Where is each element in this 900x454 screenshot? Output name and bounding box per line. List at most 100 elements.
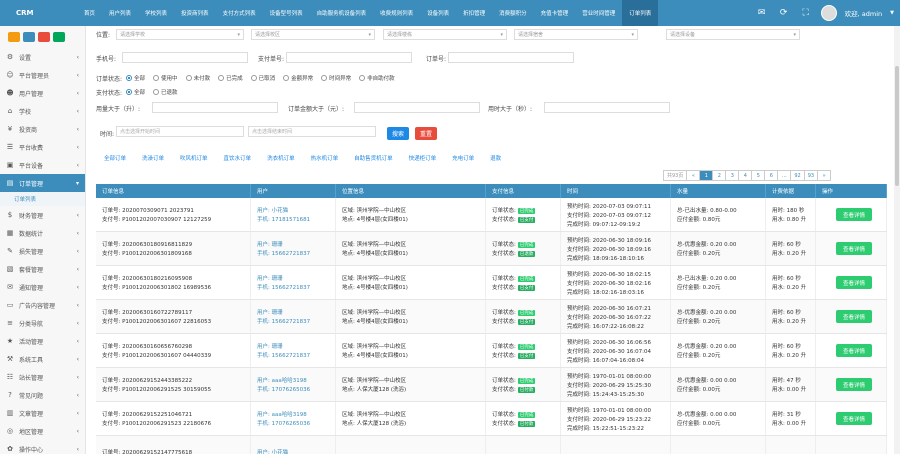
pager-item[interactable]: ... bbox=[777, 170, 792, 181]
nav-item[interactable]: 首页 bbox=[77, 0, 102, 26]
scrollbar-thumb[interactable] bbox=[895, 66, 899, 186]
view-detail-button[interactable]: 查看详情 bbox=[836, 276, 872, 289]
pay-status-radio[interactable]: 已退款 bbox=[153, 88, 178, 96]
view-detail-button[interactable]: 查看详情 bbox=[836, 310, 872, 323]
sidebar-item[interactable]: ▣ 平台设备 ‹ bbox=[0, 156, 85, 174]
pager-item[interactable]: 3 bbox=[725, 170, 740, 181]
order-tab[interactable]: 热水机订单 bbox=[303, 154, 347, 166]
nav-item[interactable]: 用户列表 bbox=[102, 0, 138, 26]
order-tab[interactable]: 吹风机订单 bbox=[172, 154, 216, 166]
order-status-radio[interactable]: 已取消 bbox=[250, 74, 275, 82]
nav-item[interactable]: 投资商列表 bbox=[174, 0, 216, 26]
sidebar-item[interactable]: ⚙ 设置 ‹ bbox=[0, 48, 85, 66]
pager-item[interactable]: 93 bbox=[803, 170, 819, 181]
nav-item[interactable]: 收费规则列表 bbox=[373, 0, 420, 26]
sidebar-item[interactable]: ⚒ 系统工具 ‹ bbox=[0, 350, 85, 368]
pager-item[interactable]: 5 bbox=[751, 170, 766, 181]
user-greeting[interactable]: 欢迎, admin bbox=[845, 8, 883, 18]
order-tab[interactable]: 自助售货机订单 bbox=[346, 154, 401, 166]
sidebar-item[interactable]: ▧ 套餐管理 ‹ bbox=[0, 260, 85, 278]
sidebar-subitem-order-list[interactable]: 订单列表 bbox=[0, 192, 85, 206]
nav-item[interactable]: 自助服务机设备列表 bbox=[310, 0, 374, 26]
pager-item[interactable]: 6 bbox=[764, 170, 779, 181]
pay-no-input[interactable] bbox=[286, 52, 412, 63]
nav-item[interactable]: 充值卡管理 bbox=[534, 0, 576, 26]
device-select[interactable]: 请选择设备 ▾ bbox=[666, 29, 800, 40]
nav-item[interactable]: 设备型号列表 bbox=[263, 0, 310, 26]
sidebar-item[interactable]: ☻ 用户管理 ‹ bbox=[0, 84, 85, 102]
sidebar-item[interactable]: ? 常见问题 ‹ bbox=[0, 386, 85, 404]
order-tab[interactable]: 退款 bbox=[482, 154, 509, 166]
mail-icon[interactable]: ✉ bbox=[755, 6, 769, 20]
order-status-radio[interactable]: 使用中 bbox=[153, 74, 178, 82]
time-gt-input[interactable] bbox=[544, 102, 670, 113]
reset-button[interactable]: 重置 bbox=[415, 127, 437, 140]
order-no-input[interactable] bbox=[448, 52, 574, 63]
sidebar-item[interactable]: ◎ 地区管理 ‹ bbox=[0, 422, 85, 440]
nav-item[interactable]: 折扣管理 bbox=[456, 0, 492, 26]
pager-item[interactable]: 1 bbox=[699, 170, 714, 181]
nav-item[interactable]: 支付方式列表 bbox=[216, 0, 263, 26]
sidebar-item[interactable]: ✎ 损失管理 ‹ bbox=[0, 242, 85, 260]
sidebar-item[interactable]: ✿ 操作中心 ‹ bbox=[0, 440, 85, 454]
sidebar-item[interactable]: $ 财务管理 ‹ bbox=[0, 206, 85, 224]
sidebar-item[interactable]: ★ 活动管理 ‹ bbox=[0, 332, 85, 350]
building-select[interactable]: 请选择楼栋 ▾ bbox=[383, 29, 507, 40]
order-tab[interactable]: 洗衣机订单 bbox=[259, 154, 303, 166]
nav-item[interactable]: 设备列表 bbox=[420, 0, 456, 26]
sidebar-item[interactable]: ☷ 站长管理 ‹ bbox=[0, 368, 85, 386]
page-scrollbar[interactable] bbox=[894, 26, 900, 454]
quick-button-2[interactable] bbox=[23, 32, 35, 42]
order-tab[interactable]: 全部订单 bbox=[96, 154, 134, 166]
pager-item[interactable]: 92 bbox=[790, 170, 805, 181]
view-detail-button[interactable]: 查看详情 bbox=[836, 242, 872, 255]
sidebar-item[interactable]: ☺ 平台管理员 ‹ bbox=[0, 66, 85, 84]
sidebar-item[interactable]: ¥ 投资商 ‹ bbox=[0, 120, 85, 138]
sidebar-item[interactable]: ⌂ 学校 ‹ bbox=[0, 102, 85, 120]
pager-item[interactable]: 4 bbox=[738, 170, 753, 181]
dorm-select[interactable]: 请选择宿舍 ▾ bbox=[514, 29, 638, 40]
quick-button-3[interactable] bbox=[38, 32, 50, 42]
view-detail-button[interactable]: 查看详情 bbox=[836, 412, 872, 425]
view-detail-button[interactable]: 查看详情 bbox=[836, 344, 872, 357]
order-tab[interactable]: 直饮水订单 bbox=[216, 154, 260, 166]
order-tab[interactable]: 快递柜订单 bbox=[401, 154, 445, 166]
refresh-icon[interactable]: ⟳ bbox=[777, 6, 791, 20]
order-status-radio[interactable]: 已完成 bbox=[218, 74, 243, 82]
use-gt-input[interactable] bbox=[152, 102, 278, 113]
order-status-radio[interactable]: 全部 bbox=[126, 74, 145, 82]
search-button[interactable]: 搜索 bbox=[387, 127, 409, 140]
quick-button-1[interactable] bbox=[8, 32, 20, 42]
sidebar-item[interactable]: ☰ 平台收费 ‹ bbox=[0, 138, 85, 156]
avatar[interactable] bbox=[820, 5, 837, 21]
amount-gt-input[interactable] bbox=[354, 102, 480, 113]
nav-item[interactable]: 营业时间管理 bbox=[575, 0, 622, 26]
pager-item[interactable]: 2 bbox=[712, 170, 727, 181]
nav-item[interactable]: 学校列表 bbox=[138, 0, 174, 26]
order-tab[interactable]: 洗澡订单 bbox=[134, 154, 172, 166]
campus-select[interactable]: 请选择校区 ▾ bbox=[251, 29, 375, 40]
pager-item[interactable]: « bbox=[686, 170, 701, 181]
chevron-down-icon[interactable]: ▼ bbox=[890, 10, 894, 16]
sidebar-item[interactable]: ▥ 文章管理 ‹ bbox=[0, 404, 85, 422]
end-time-input[interactable]: 点击选择结束时间 bbox=[248, 126, 376, 137]
sidebar-item[interactable]: ≡ 分类导航 ‹ bbox=[0, 314, 85, 332]
sidebar-item[interactable]: ✉ 通知管理 ‹ bbox=[0, 278, 85, 296]
order-tab[interactable]: 充电订单 bbox=[444, 154, 482, 166]
order-status-radio[interactable]: 金额异常 bbox=[283, 74, 313, 82]
view-detail-button[interactable]: 查看详情 bbox=[836, 378, 872, 391]
quick-button-4[interactable] bbox=[53, 32, 65, 42]
order-status-radio[interactable]: 非自助付款 bbox=[359, 74, 395, 82]
expand-icon[interactable]: ⛶ bbox=[799, 6, 813, 20]
pager-item[interactable]: » bbox=[817, 170, 832, 181]
brand-logo[interactable]: CRM bbox=[0, 0, 77, 26]
pay-status-radio[interactable]: 全部 bbox=[126, 88, 145, 96]
phone-input[interactable] bbox=[122, 52, 248, 63]
order-status-radio[interactable]: 时间异常 bbox=[321, 74, 351, 82]
sidebar-item[interactable]: ▤ 订单管理 ▾ bbox=[0, 174, 85, 192]
start-time-input[interactable]: 点击选择开始时间 bbox=[116, 126, 244, 137]
nav-item[interactable]: 消费额积分 bbox=[492, 0, 534, 26]
view-detail-button[interactable]: 查看详情 bbox=[836, 208, 872, 221]
sidebar-item[interactable]: ▭ 广告内容管理 ‹ bbox=[0, 296, 85, 314]
nav-item[interactable]: 订单列表 bbox=[622, 0, 659, 26]
